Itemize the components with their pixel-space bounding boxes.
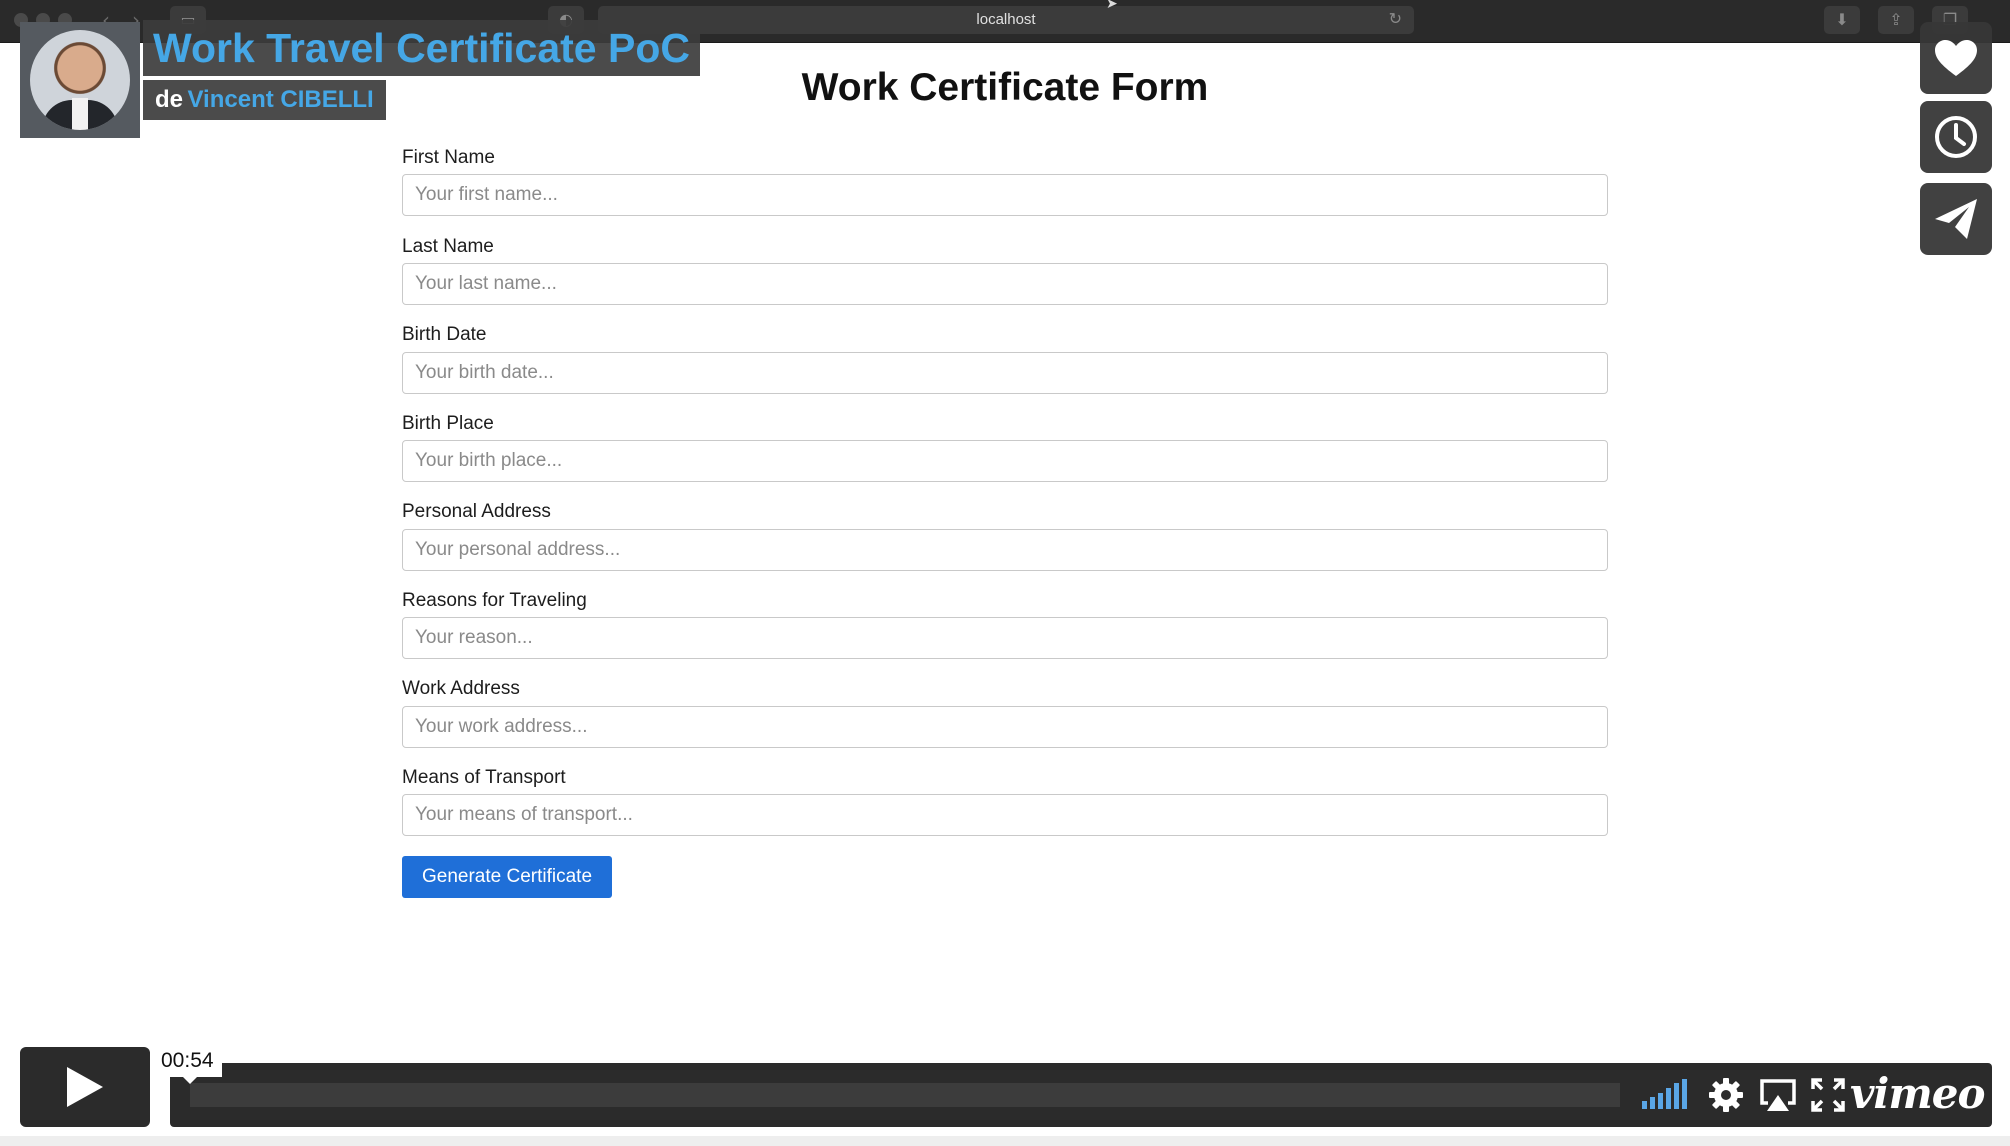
first-name-input[interactable] <box>402 174 1608 216</box>
transport-label: Means of Transport <box>402 767 566 788</box>
work-address-label: Work Address <box>402 678 520 699</box>
birth-place-input[interactable] <box>402 440 1608 482</box>
birth-date-input[interactable] <box>402 352 1608 394</box>
last-name-label: Last Name <box>402 236 494 257</box>
birth-place-label: Birth Place <box>402 413 494 434</box>
play-button[interactable] <box>20 1047 150 1127</box>
first-name-label: First Name <box>402 147 495 168</box>
volume-icon[interactable] <box>1642 1077 1690 1113</box>
send-icon <box>1935 199 1977 239</box>
watch-later-button[interactable] <box>1920 101 1992 173</box>
share-icon[interactable]: ⇪ <box>1878 6 1914 34</box>
url-text: localhost <box>976 11 1036 28</box>
player-control-bar: vimeo <box>170 1063 1992 1127</box>
transport-input[interactable] <box>402 794 1608 836</box>
last-name-input[interactable] <box>402 263 1608 305</box>
reload-icon[interactable]: ↻ <box>1389 9 1402 28</box>
address-bar[interactable]: localhost ↻ <box>598 6 1414 34</box>
settings-gear-icon[interactable] <box>1708 1077 1744 1113</box>
reasons-input[interactable] <box>402 617 1608 659</box>
personal-address-label: Personal Address <box>402 501 551 522</box>
vimeo-logo[interactable]: vimeo <box>1850 1069 1986 1118</box>
birth-date-label: Birth Date <box>402 324 487 345</box>
form-title: Work Certificate Form <box>801 66 1209 109</box>
fullscreen-icon[interactable] <box>1810 1077 1846 1113</box>
clock-icon <box>1935 116 1977 158</box>
play-icon <box>67 1067 103 1107</box>
generate-certificate-button[interactable]: Generate Certificate <box>402 856 612 898</box>
time-tooltip: 00:54 <box>153 1045 222 1084</box>
personal-address-input[interactable] <box>402 529 1608 571</box>
reasons-label: Reasons for Traveling <box>402 590 587 611</box>
airplay-icon[interactable] <box>1760 1077 1796 1113</box>
video-title[interactable]: Work Travel Certificate PoC <box>153 25 690 71</box>
downloads-icon[interactable]: ⬇ <box>1824 6 1860 34</box>
mouse-cursor-icon: ➤ <box>1106 0 1118 12</box>
progress-bar[interactable] <box>190 1083 1620 1107</box>
share-video-button[interactable] <box>1920 183 1992 255</box>
bottom-strip <box>0 1136 2010 1146</box>
work-address-input[interactable] <box>402 706 1608 748</box>
